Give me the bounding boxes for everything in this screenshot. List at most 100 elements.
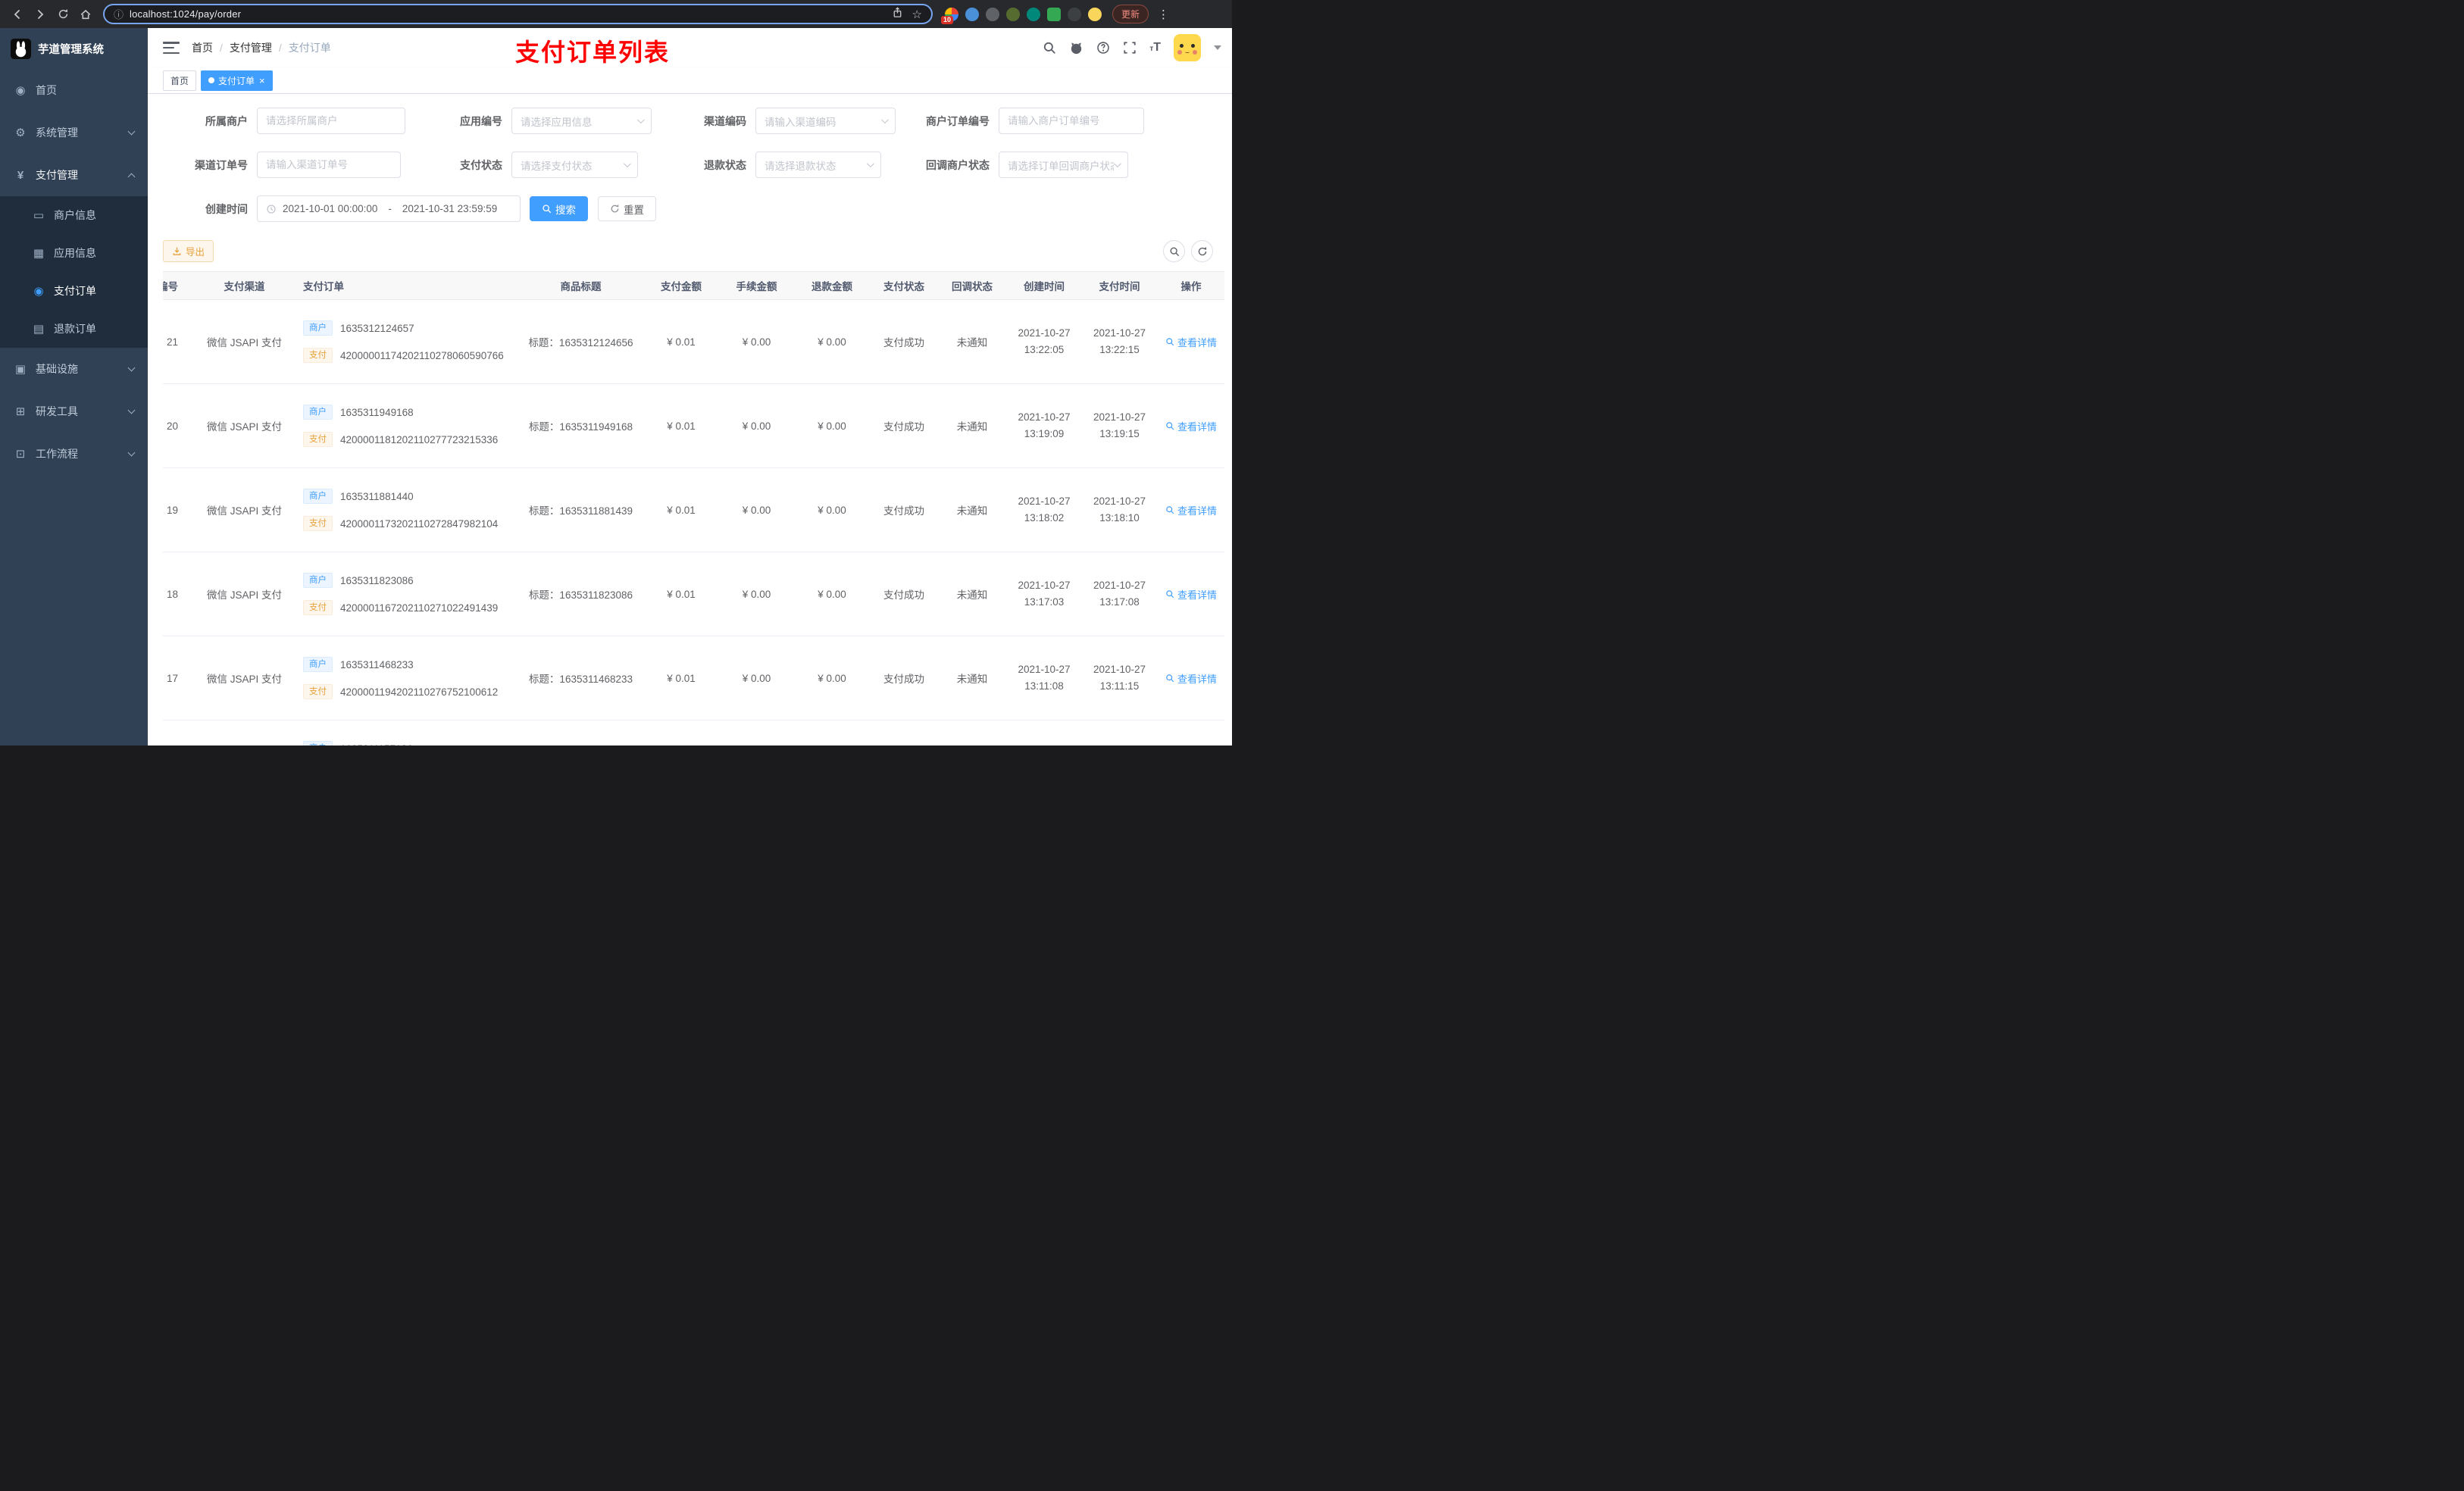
extension-icon[interactable]: 10 xyxy=(941,7,958,24)
search-icon xyxy=(1165,337,1174,346)
merchant-order-no: 1635311157136 xyxy=(340,743,413,746)
extension-icon[interactable] xyxy=(965,7,979,21)
sidebar-item-payment[interactable]: ¥ 支付管理 xyxy=(0,154,148,196)
sidebar-item-app-info[interactable]: ▦ 应用信息 xyxy=(0,234,148,272)
browser-reload-button[interactable] xyxy=(53,5,73,24)
tag-label: 支付订单 xyxy=(218,75,255,86)
sidebar-toggle-icon[interactable] xyxy=(163,42,180,54)
filter-label: 渠道订单号 xyxy=(195,158,248,171)
view-detail-link[interactable]: 查看详情 xyxy=(1165,335,1217,349)
browser-menu-icon[interactable]: ⋮ xyxy=(1158,8,1169,21)
browser-home-button[interactable] xyxy=(76,5,95,24)
main-content: 所属商户 应用编号 请选择应用信息 渠道编码 请输入渠道编码 商户订单编号 渠道… xyxy=(148,94,1232,746)
document-icon: ▤ xyxy=(33,323,45,336)
refresh-icon xyxy=(610,204,620,214)
address-bar[interactable]: ⓘ localhost:1024/pay/order ☆ xyxy=(103,4,933,24)
channel-code-select[interactable]: 请输入渠道编码 xyxy=(755,108,896,134)
column-header: 支付订单 xyxy=(303,271,518,300)
search-icon xyxy=(1169,246,1180,257)
tag-home[interactable]: 首页 xyxy=(163,70,197,91)
filter-row-1: 所属商户 应用编号 请选择应用信息 渠道编码 请输入渠道编码 商户订单编号 xyxy=(148,108,1232,134)
view-detail-link[interactable]: 查看详情 xyxy=(1165,419,1217,433)
gear-icon: ⚙ xyxy=(15,127,26,139)
sidebar-item-workflow[interactable]: ⊡ 工作流程 xyxy=(0,433,148,475)
sidebar-item-dev-tools[interactable]: ⊞ 研发工具 xyxy=(0,390,148,433)
column-header: 支付金额 xyxy=(643,271,719,300)
fullscreen-icon[interactable] xyxy=(1123,41,1137,55)
profile-avatar[interactable] xyxy=(1088,7,1102,21)
help-icon[interactable] xyxy=(1096,41,1110,55)
search-icon xyxy=(1165,421,1174,430)
sidebar-item-label: 应用信息 xyxy=(54,247,96,259)
view-detail-link[interactable]: 查看详情 xyxy=(1165,503,1217,517)
browser-back-button[interactable] xyxy=(8,5,27,24)
column-header: 回调状态 xyxy=(938,271,1006,300)
chevron-down-icon xyxy=(1113,160,1121,168)
chevron-down-icon xyxy=(623,160,631,168)
filter-label: 回调商户状态 xyxy=(926,158,990,171)
sidebar-item-home[interactable]: ◉ 首页 xyxy=(0,69,148,111)
bookmark-star-icon[interactable]: ☆ xyxy=(912,8,922,21)
extension-icon[interactable] xyxy=(1047,7,1061,21)
font-size-icon[interactable]: тT xyxy=(1149,41,1161,55)
app-id-select[interactable]: 请选择应用信息 xyxy=(511,108,652,134)
channel-pay-no: 42000001174202110278060590766 xyxy=(340,349,504,361)
extension-icon[interactable] xyxy=(1006,7,1020,21)
sidebar-item-merchant-info[interactable]: ▭ 商户信息 xyxy=(0,196,148,234)
breadcrumb-payment[interactable]: 支付管理 xyxy=(230,40,272,55)
target-icon: ◉ xyxy=(33,285,44,298)
toggle-search-button[interactable] xyxy=(1163,240,1185,262)
github-icon[interactable] xyxy=(1069,41,1083,55)
merchant-select[interactable] xyxy=(257,108,405,134)
refresh-table-button[interactable] xyxy=(1191,240,1213,262)
sidebar-item-label: 支付管理 xyxy=(36,169,78,181)
refund-status-select[interactable]: 请选择退款状态 xyxy=(755,152,881,178)
filter-label: 所属商户 xyxy=(205,114,248,127)
reset-button[interactable]: 重置 xyxy=(598,196,656,221)
site-info-icon[interactable]: ⓘ xyxy=(114,7,124,21)
notify-status-select[interactable]: 请选择订单回调商户状态 xyxy=(999,152,1128,178)
tag-pay-order[interactable]: 支付订单 × xyxy=(201,70,273,91)
breadcrumb-home[interactable]: 首页 xyxy=(192,40,213,55)
header-search-icon[interactable] xyxy=(1043,41,1056,55)
filter-label: 退款状态 xyxy=(704,158,746,171)
search-icon xyxy=(1165,589,1174,599)
merchant-badge: 商户 xyxy=(303,741,333,746)
merchant-badge: 商户 xyxy=(303,320,333,336)
extension-icon[interactable] xyxy=(986,7,999,21)
channel-order-no-field[interactable] xyxy=(257,152,401,178)
url-text[interactable]: localhost:1024/pay/order xyxy=(130,8,886,20)
search-icon xyxy=(1165,505,1174,514)
search-button[interactable]: 搜索 xyxy=(530,196,588,221)
sidebar: 芋道管理系统 ◉ 首页 ⚙ 系统管理 ¥ 支付管理 ▭ 商户信息 ▦ 应用信息 xyxy=(0,28,148,746)
column-header: 编号 xyxy=(163,271,186,300)
merchant-order-no-input[interactable] xyxy=(1008,115,1135,127)
share-icon[interactable] xyxy=(892,7,903,22)
column-header: 支付渠道 xyxy=(186,271,303,300)
browser-forward-button[interactable] xyxy=(30,5,50,24)
sidebar-item-label: 工作流程 xyxy=(36,448,78,460)
browser-update-button[interactable]: 更新 xyxy=(1112,5,1149,23)
sidebar-item-pay-order[interactable]: ◉ 支付订单 xyxy=(0,272,148,310)
pay-status-select[interactable]: 请选择支付状态 xyxy=(511,152,638,178)
user-avatar[interactable] xyxy=(1174,34,1201,61)
merchant-order-no: 1635311823086 xyxy=(340,574,414,586)
export-button[interactable]: 导出 xyxy=(163,240,214,262)
view-detail-link[interactable]: 查看详情 xyxy=(1165,587,1217,602)
sidebar-item-refund-order[interactable]: ▤ 退款订单 xyxy=(0,310,148,348)
view-detail-link[interactable]: 查看详情 xyxy=(1165,671,1217,686)
channel-pay-no: 4200001194202110276752100612 xyxy=(340,686,499,698)
merchant-input[interactable] xyxy=(266,115,396,127)
table-row: 21 微信 JSAPI 支付 商户 1635312124657 支付 4200000… xyxy=(163,299,1224,384)
extensions-pin-icon[interactable] xyxy=(1068,7,1081,21)
close-icon[interactable]: × xyxy=(259,76,265,86)
table-row: 18 微信 JSAPI 支付 商户 1635311823086 支付 4200001… xyxy=(163,552,1224,636)
user-menu-caret-icon[interactable] xyxy=(1214,45,1221,50)
sidebar-item-infrastructure[interactable]: ▣ 基础设施 xyxy=(0,348,148,390)
extension-icon[interactable] xyxy=(1027,7,1040,21)
channel-order-no-input[interactable] xyxy=(266,159,392,170)
sidebar-item-system[interactable]: ⚙ 系统管理 xyxy=(0,111,148,154)
merchant-order-no-field[interactable] xyxy=(999,108,1144,134)
app-logo xyxy=(11,38,31,59)
create-time-range-picker[interactable]: 2021-10-01 00:00:00 - 2021-10-31 23:59:5… xyxy=(257,195,521,222)
